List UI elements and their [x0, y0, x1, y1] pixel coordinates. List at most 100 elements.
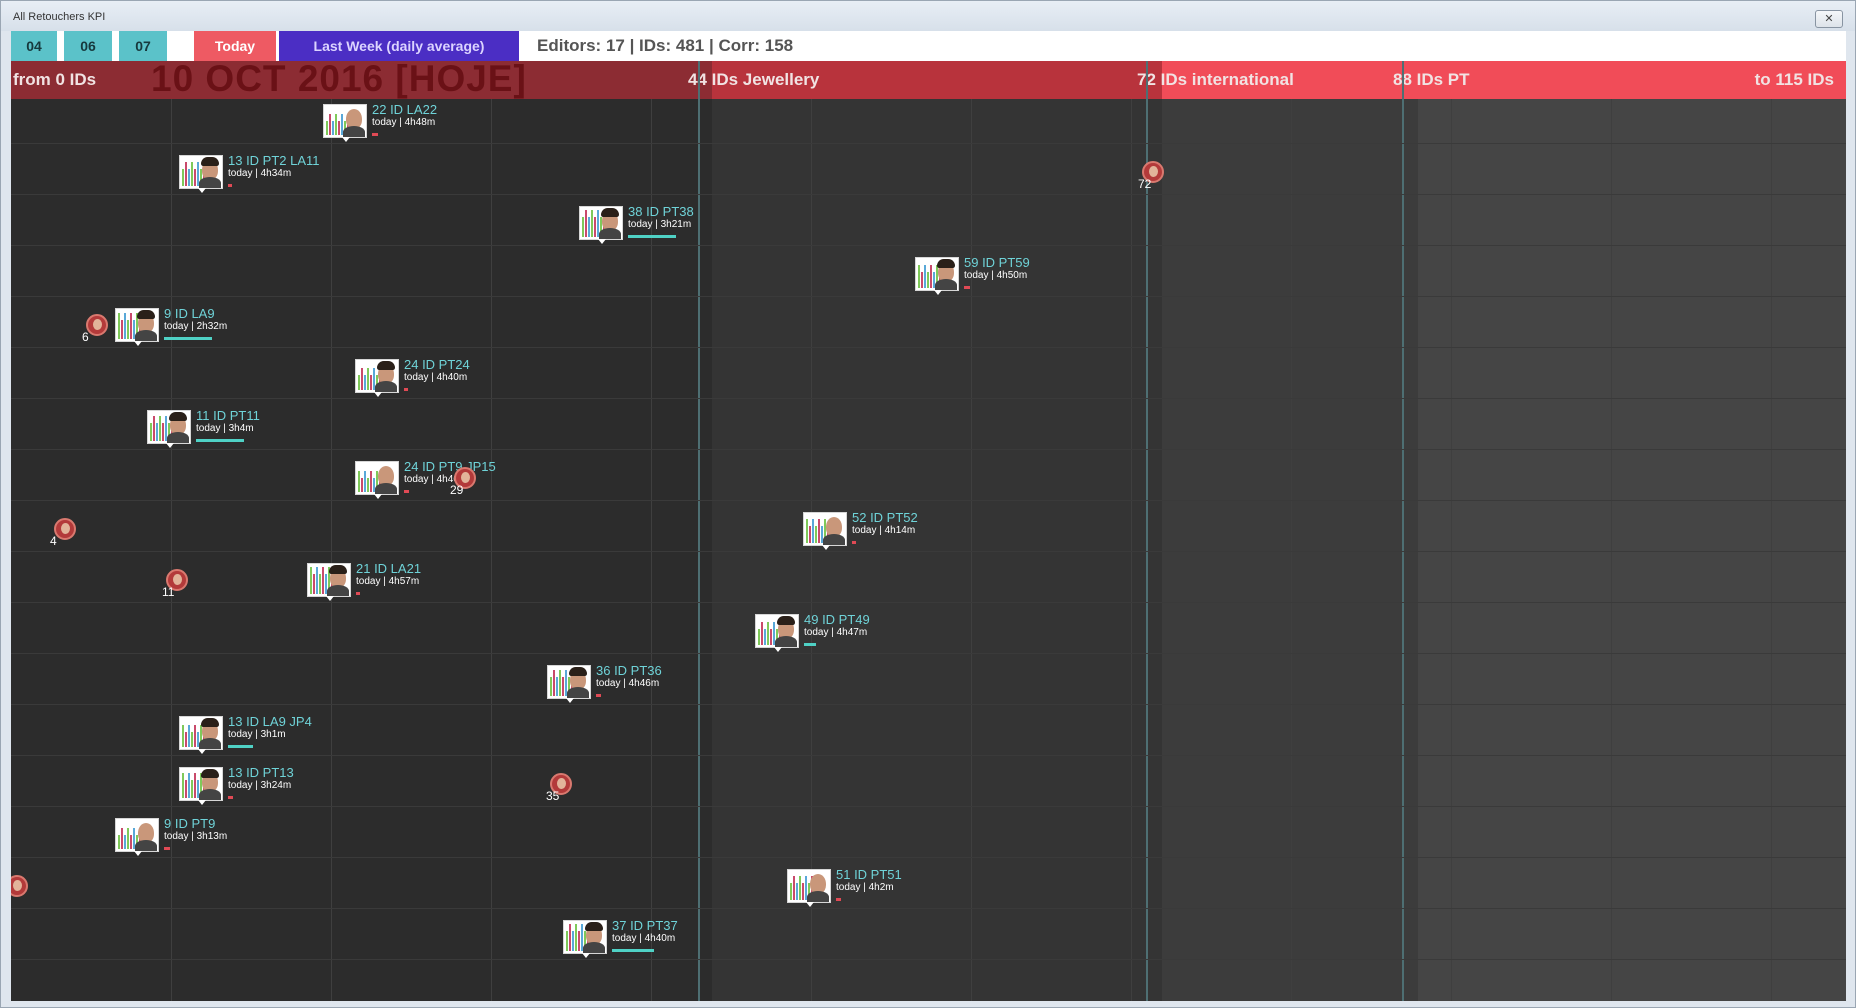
- editor-thumbnail: [179, 767, 223, 801]
- editor-thumbnail: [179, 716, 223, 750]
- avatar-hair: [569, 667, 587, 676]
- day-04-button[interactable]: 04: [11, 31, 57, 61]
- avatar: [327, 565, 349, 596]
- editor-time: today | 4h50m: [964, 270, 1028, 281]
- editor-time: today | 4h57m: [356, 576, 420, 587]
- threshold-line: [698, 61, 700, 1001]
- activity-bar: [370, 375, 372, 390]
- editor-thumbnail: [755, 614, 799, 648]
- activity-bar: [562, 677, 564, 696]
- activity-bar: [188, 725, 190, 747]
- grid-line-horizontal: [11, 602, 1846, 603]
- editor-name: 13 ID LA9 JP4: [228, 714, 312, 729]
- progress-bar: [228, 796, 233, 799]
- toolbar: 04 06 07 Today Last Week (daily average)…: [11, 31, 1846, 61]
- activity-bar: [594, 217, 596, 237]
- activity-bar: [124, 835, 126, 849]
- editor-name: 13 ID PT2 LA11: [228, 153, 320, 168]
- pointer-icon: [598, 239, 606, 244]
- activity-bar: [575, 924, 577, 951]
- editor-name: 11 ID PT11: [196, 408, 260, 423]
- activity-bar: [329, 114, 331, 135]
- marker-face: [93, 319, 102, 330]
- marker-number: 72: [1138, 177, 1152, 191]
- editor-thumbnail: [579, 206, 623, 240]
- editor-time: today | 4h34m: [228, 168, 292, 179]
- editor-name: 51 ID PT51: [836, 867, 902, 882]
- close-icon[interactable]: ✕: [1815, 10, 1843, 28]
- marker-number: 35: [546, 789, 560, 803]
- avatar: [342, 106, 366, 137]
- grid-line-horizontal: [11, 857, 1846, 858]
- zone-pt: [1418, 61, 1846, 1001]
- grid-line-horizontal: [11, 143, 1846, 144]
- pointer-icon: [166, 443, 174, 448]
- activity-bar: [578, 931, 580, 951]
- kpi-chart: from 0 IDs 10 OCT 2016 [HOJE] 44 IDs Jew…: [11, 61, 1846, 1001]
- editor-marker[interactable]: [54, 518, 76, 540]
- avatar-hair: [377, 361, 395, 370]
- progress-bar: [356, 592, 360, 595]
- activity-bar: [809, 526, 811, 543]
- activity-bar: [793, 876, 795, 900]
- editor-marker[interactable]: [86, 314, 108, 336]
- activity-bar: [585, 210, 587, 237]
- editor-thumbnail: [115, 818, 159, 852]
- editor-name: 9 ID PT9: [164, 816, 216, 831]
- activity-bar: [188, 169, 190, 186]
- avatar: [935, 259, 957, 290]
- grid-line-horizontal: [11, 653, 1846, 654]
- avatar: [806, 871, 830, 902]
- grid-line-vertical: [1131, 99, 1132, 1001]
- editor-time: today | 4h2m: [836, 882, 894, 893]
- day-06-button[interactable]: 06: [64, 31, 112, 61]
- editor-thumbnail: [547, 665, 591, 699]
- editor-name: 22 ID LA22: [372, 102, 438, 117]
- avatar-hair: [137, 310, 155, 319]
- avatar-hair: [201, 769, 219, 778]
- editor-time: today | 4h40m: [612, 933, 676, 944]
- editor-time: today | 4h40m: [404, 372, 468, 383]
- pointer-icon: [198, 188, 206, 193]
- zone-international: [1162, 61, 1418, 1001]
- activity-bar: [806, 519, 808, 543]
- avatar-hair: [329, 565, 347, 574]
- editor-time: today | 4h46m: [596, 678, 660, 689]
- marker-number: 4: [50, 534, 57, 548]
- activity-bar: [182, 169, 184, 186]
- activity-bar: [121, 828, 123, 849]
- editor-name: 21 ID LA21: [356, 561, 422, 576]
- pointer-icon: [134, 341, 142, 346]
- editor-name: 9 ID LA9: [164, 306, 215, 321]
- editor-name: 36 ID PT36: [596, 663, 662, 678]
- grid-line-horizontal: [11, 245, 1846, 246]
- avatar: [134, 820, 158, 851]
- last-week-button[interactable]: Last Week (daily average): [279, 31, 519, 61]
- editor-thumbnail: [355, 461, 399, 495]
- editor-name: 24 ID PT24: [404, 357, 470, 372]
- grid-line-horizontal: [11, 551, 1846, 552]
- avatar: [199, 718, 221, 749]
- activity-bar: [127, 828, 129, 849]
- editor-marker[interactable]: [11, 875, 28, 897]
- day-07-button[interactable]: 07: [119, 31, 167, 61]
- avatar: [375, 361, 397, 392]
- editor-name: 13 ID PT13: [228, 765, 294, 780]
- pointer-icon: [774, 647, 782, 652]
- grid-line-vertical: [331, 99, 332, 1001]
- progress-bar: [804, 643, 816, 646]
- marker-face: [13, 880, 22, 891]
- pointer-icon: [806, 902, 814, 907]
- progress-bar: [612, 949, 654, 952]
- grid-line-horizontal: [11, 500, 1846, 501]
- activity-bar: [550, 677, 552, 696]
- editor-thumbnail: [147, 410, 191, 444]
- grid-line-vertical: [1611, 99, 1612, 1001]
- activity-bar: [121, 320, 123, 339]
- activity-bar: [124, 313, 126, 339]
- pointer-icon: [374, 494, 382, 499]
- editor-time: today | 3h24m: [228, 780, 292, 791]
- activity-bar: [194, 169, 196, 186]
- grid-line-vertical: [971, 99, 972, 1001]
- today-button[interactable]: Today: [194, 31, 276, 61]
